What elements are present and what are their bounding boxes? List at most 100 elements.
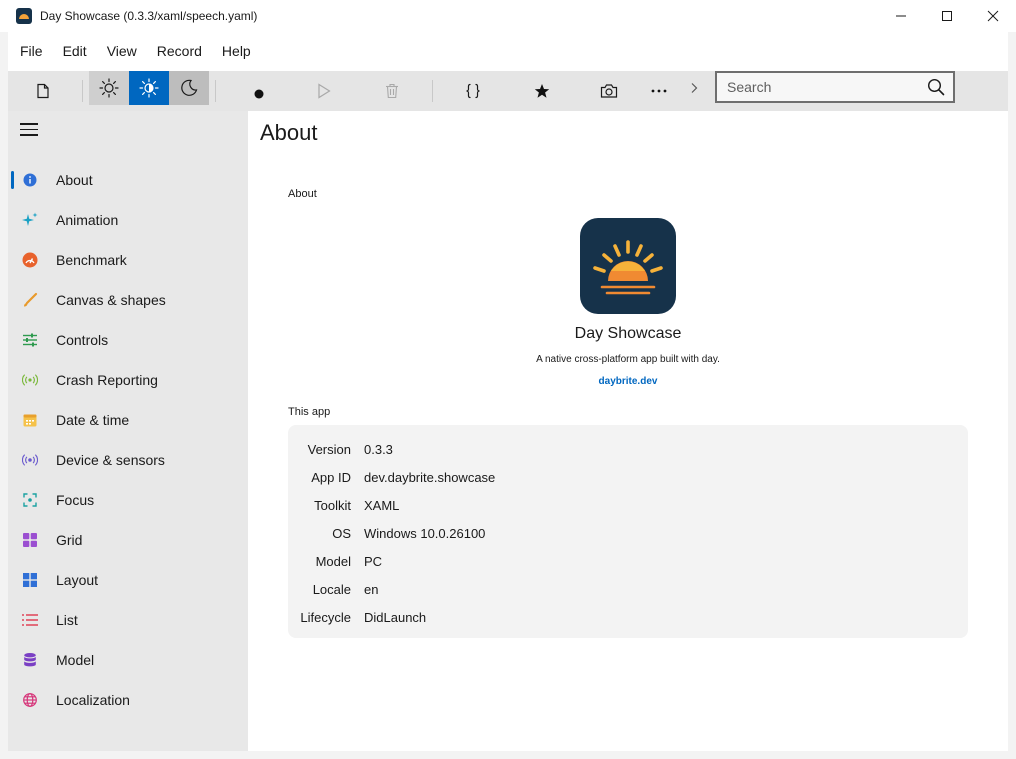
more-icon [651, 89, 667, 93]
sliders-icon [22, 332, 38, 348]
play-icon [318, 83, 331, 99]
info-value: Windows 10.0.26100 [364, 525, 486, 541]
info-value: en [364, 581, 379, 597]
info-value: dev.daybrite.showcase [364, 469, 496, 485]
grid-icon [22, 532, 38, 548]
database-icon [22, 652, 38, 668]
system-theme-button[interactable] [129, 71, 169, 105]
sidebar-item-grid[interactable]: Grid [8, 520, 248, 560]
sidebar-item-crash-reporting[interactable]: Crash Reporting [8, 360, 248, 400]
info-value: PC [364, 553, 383, 569]
sidebar-item-date-time[interactable]: Date & time [8, 400, 248, 440]
website-link[interactable]: daybrite.dev [248, 376, 1008, 387]
sidebar-item-label: Device & sensors [56, 452, 165, 468]
toolbar-separator [82, 80, 83, 102]
sidebar-item-label: Localization [56, 692, 130, 708]
app-info-card: Version 0.3.3 App ID dev.daybrite.showca… [288, 425, 968, 638]
menu-record[interactable]: Record [147, 32, 212, 71]
search-input[interactable]: Search [717, 79, 919, 95]
sidebar-item-localization[interactable]: Localization [8, 680, 248, 720]
close-icon [987, 10, 999, 22]
delete-button[interactable] [377, 71, 407, 111]
brush-icon [22, 292, 38, 308]
sidebar-item-canvas-shapes[interactable]: Canvas & shapes [8, 280, 248, 320]
title-bar: Day Showcase (0.3.3/xaml/speech.yaml) [0, 0, 1016, 32]
info-row-app-id: App ID dev.daybrite.showcase [288, 463, 968, 491]
sidebar-item-list[interactable]: List [8, 600, 248, 640]
json-button[interactable] [458, 71, 488, 111]
speedometer-icon [22, 252, 38, 268]
layout-icon [22, 572, 38, 588]
sidebar-item-animation[interactable]: Animation [8, 200, 248, 240]
sidebar-item-device-sensors[interactable]: Device & sensors [8, 440, 248, 480]
app-logo-icon [580, 218, 676, 314]
sidebar-item-label: Crash Reporting [56, 372, 158, 388]
more-button[interactable] [644, 71, 674, 111]
hamburger-menu-icon[interactable] [20, 123, 38, 137]
sidebar-item-label: Canvas & shapes [56, 292, 166, 308]
info-key: Locale [312, 581, 351, 597]
sidebar-item-model[interactable]: Model [8, 640, 248, 680]
sidebar-item-label: List [56, 612, 78, 628]
close-button[interactable] [970, 0, 1016, 32]
sidebar-item-label: Grid [56, 532, 83, 548]
chevron-right-icon [691, 83, 698, 93]
sidebar-item-about[interactable]: About [8, 160, 248, 200]
info-row-version: Version 0.3.3 [288, 435, 968, 463]
sidebar-item-label: Model [56, 652, 95, 668]
list-icon [22, 612, 38, 628]
section-label-about: About [288, 188, 317, 200]
favorite-button[interactable] [527, 71, 557, 111]
info-row-os: OS Windows 10.0.26100 [288, 519, 968, 547]
record-button[interactable] [244, 71, 274, 111]
section-label-this-app: This app [288, 406, 331, 418]
sidebar-item-label: Controls [56, 332, 109, 348]
menu-help[interactable]: Help [212, 32, 261, 71]
info-row-lifecycle: Lifecycle DidLaunch [288, 603, 968, 631]
info-row-locale: Locale en [288, 575, 968, 603]
menu-edit[interactable]: Edit [53, 32, 97, 71]
sidebar-item-focus[interactable]: Focus [8, 480, 248, 520]
screenshot-button[interactable] [594, 71, 624, 111]
search-icon [927, 78, 945, 96]
info-icon [22, 172, 38, 188]
minimize-icon [896, 15, 906, 17]
info-value: XAML [364, 497, 400, 513]
search-button[interactable] [919, 73, 953, 101]
menu-bar: File Edit View Record Help [8, 32, 1008, 71]
info-row-model: Model PC [288, 547, 968, 575]
selection-indicator [11, 171, 14, 189]
sidebar-item-label: Focus [56, 492, 95, 508]
sidebar-item-controls[interactable]: Controls [8, 320, 248, 360]
info-value: DidLaunch [364, 609, 427, 625]
window-controls [878, 0, 1016, 32]
info-value: 0.3.3 [364, 441, 393, 457]
camera-icon [600, 84, 618, 98]
play-button[interactable] [309, 71, 339, 111]
sidebar-item-label: Date & time [56, 412, 130, 428]
sidebar-item-label: Layout [56, 572, 99, 588]
dark-theme-button[interactable] [169, 71, 209, 105]
overflow-chevron-button[interactable] [684, 71, 704, 105]
sidebar-item-label: About [56, 172, 93, 188]
sidebar-item-layout[interactable]: Layout [8, 560, 248, 600]
minimize-button[interactable] [878, 0, 924, 32]
sidebar-item-benchmark[interactable]: Benchmark [8, 240, 248, 280]
new-document-button[interactable] [26, 71, 60, 111]
menu-view[interactable]: View [97, 32, 147, 71]
broadcast-icon [22, 372, 38, 388]
trash-icon [386, 83, 398, 99]
info-key: App ID [311, 469, 351, 485]
app-tagline: A native cross-platform app built with d… [536, 354, 720, 365]
info-key: Model [315, 553, 351, 569]
info-key: OS [332, 525, 351, 541]
sidebar: About Animation Benchmark Canvas & shape… [8, 111, 248, 751]
app-icon [16, 8, 32, 24]
light-theme-button[interactable] [89, 71, 129, 105]
page-title: About [260, 120, 318, 145]
sidebar-item-label: Animation [56, 212, 119, 228]
menu-file[interactable]: File [10, 32, 53, 71]
maximize-button[interactable] [924, 0, 970, 32]
search-box[interactable]: Search [715, 71, 955, 103]
toolbar-separator [215, 80, 216, 102]
